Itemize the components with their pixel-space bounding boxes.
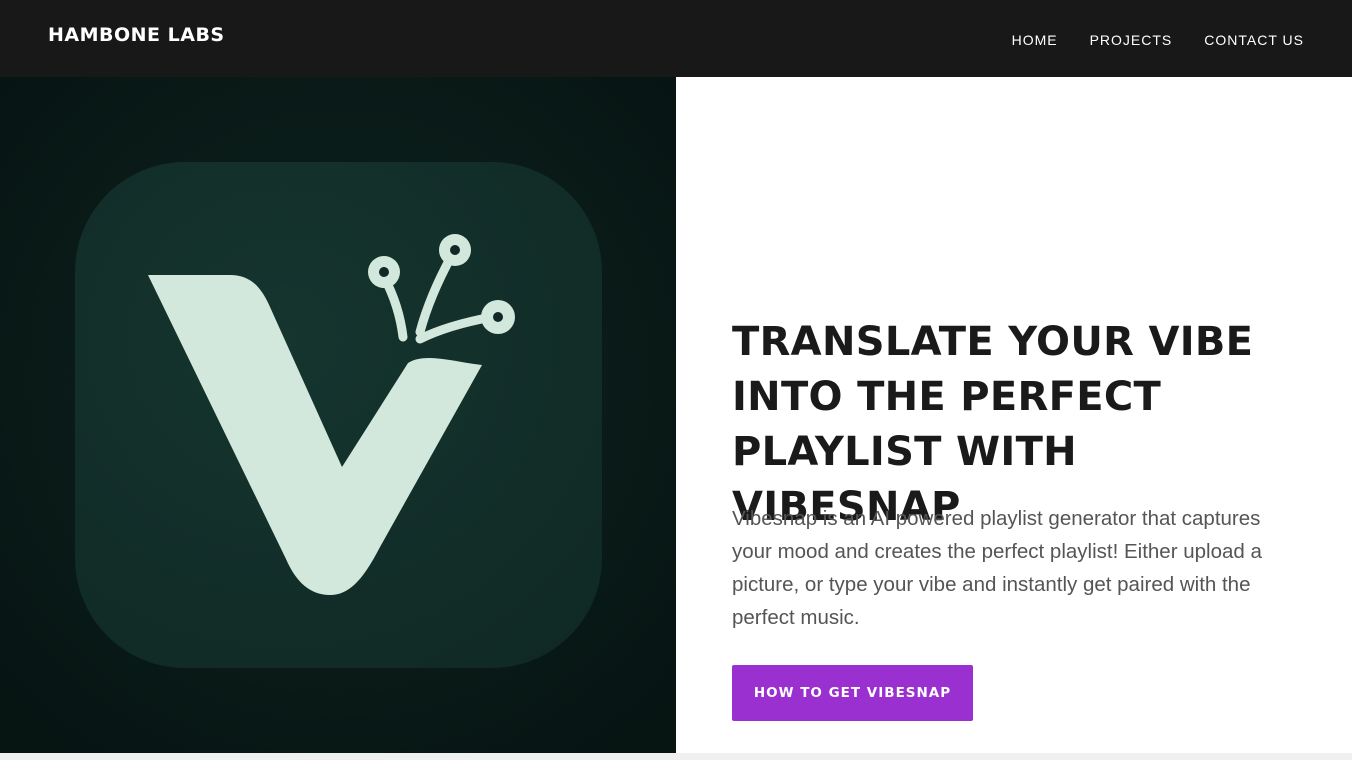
nav-contact-us[interactable]: CONTACT US	[1204, 32, 1304, 48]
vibesnap-app-icon	[0, 77, 676, 753]
hero-image	[0, 77, 676, 753]
nav-home[interactable]: HOME	[1012, 32, 1058, 48]
hero-content: TRANSLATE YOUR VIBE INTO THE PERFECT PLA…	[732, 77, 1302, 753]
how-to-get-vibesnap-button[interactable]: HOW TO GET VIBESNAP	[732, 665, 973, 721]
hero-description: Vibesnap is an AI powered playlist gener…	[732, 507, 1262, 629]
brand-logo[interactable]: HAMBONE LABS	[48, 24, 225, 46]
main-nav: HOME PROJECTS CONTACT US	[1012, 32, 1304, 48]
nav-projects[interactable]: PROJECTS	[1090, 32, 1173, 48]
site-header: HAMBONE LABS HOME PROJECTS CONTACT US	[0, 0, 1352, 77]
hero-section: TRANSLATE YOUR VIBE INTO THE PERFECT PLA…	[0, 77, 1352, 753]
